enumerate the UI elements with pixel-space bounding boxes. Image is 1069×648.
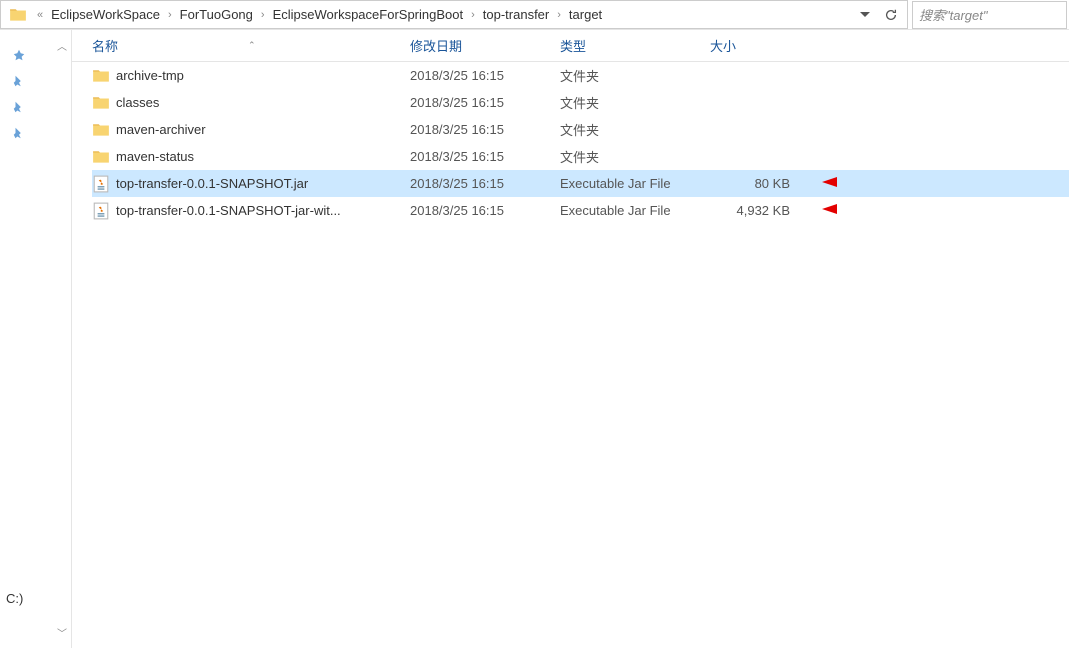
file-type: Executable Jar File bbox=[560, 176, 710, 191]
file-name: maven-archiver bbox=[116, 122, 410, 137]
folder-icon bbox=[92, 94, 110, 112]
pin-icon bbox=[12, 74, 26, 88]
search-input[interactable]: 搜索"target" bbox=[912, 1, 1067, 29]
file-type: 文件夹 bbox=[560, 66, 710, 85]
pinned-item[interactable] bbox=[8, 94, 71, 120]
chevron-icon[interactable]: › bbox=[551, 9, 567, 21]
file-size: 4,932 KB bbox=[710, 203, 790, 218]
annotation-arrow-icon bbox=[822, 176, 887, 188]
file-date: 2018/3/25 16:15 bbox=[410, 149, 560, 164]
nav-controls bbox=[849, 3, 907, 27]
breadcrumb-item[interactable]: top-transfer bbox=[481, 3, 551, 26]
pin-icon bbox=[12, 48, 26, 62]
file-date: 2018/3/25 16:15 bbox=[410, 122, 560, 137]
search-placeholder: 搜索"target" bbox=[919, 5, 987, 24]
pinned-item[interactable] bbox=[8, 68, 71, 94]
column-type[interactable]: 类型 bbox=[560, 36, 710, 55]
chevron-icon[interactable]: › bbox=[465, 9, 481, 21]
drive-label[interactable]: C:) bbox=[6, 591, 23, 606]
file-size: 80 KB bbox=[710, 176, 790, 191]
column-date[interactable]: 修改日期 bbox=[410, 36, 560, 55]
file-row[interactable]: top-transfer-0.0.1-SNAPSHOT.jar2018/3/25… bbox=[92, 170, 1069, 197]
file-name: classes bbox=[116, 95, 410, 110]
file-row[interactable]: classes2018/3/25 16:15文件夹 bbox=[92, 89, 1069, 116]
breadcrumb-item[interactable]: EclipseWorkspaceForSpringBoot bbox=[271, 3, 466, 26]
pin-icon bbox=[12, 100, 26, 114]
sort-icon: ⌃ bbox=[248, 40, 256, 51]
pinned-item[interactable] bbox=[8, 120, 71, 146]
column-name[interactable]: 名称 ⌃ bbox=[92, 36, 410, 55]
chevron-icon[interactable]: › bbox=[255, 9, 271, 21]
jar-icon bbox=[92, 175, 110, 193]
file-name: top-transfer-0.0.1-SNAPSHOT-jar-wit... bbox=[116, 203, 410, 218]
file-date: 2018/3/25 16:15 bbox=[410, 95, 560, 110]
file-date: 2018/3/25 16:15 bbox=[410, 68, 560, 83]
chevron-icon[interactable]: › bbox=[162, 9, 178, 21]
sidebar: ︿ C:) ﹀ bbox=[0, 30, 72, 648]
file-row[interactable]: maven-archiver2018/3/25 16:15文件夹 bbox=[92, 116, 1069, 143]
breadcrumb[interactable]: « EclipseWorkSpace › ForTuoGong › Eclips… bbox=[0, 0, 908, 29]
folder-icon bbox=[92, 121, 110, 139]
folder-icon bbox=[92, 67, 110, 85]
refresh-button[interactable] bbox=[879, 3, 903, 27]
pin-icon bbox=[12, 126, 26, 140]
column-size[interactable]: 大小 bbox=[710, 36, 800, 55]
annotation-arrow-icon bbox=[822, 203, 887, 215]
breadcrumb-item[interactable]: ForTuoGong bbox=[178, 3, 255, 26]
file-type: 文件夹 bbox=[560, 120, 710, 139]
file-list: archive-tmp2018/3/25 16:15文件夹classes2018… bbox=[72, 62, 1069, 648]
file-row[interactable]: maven-status2018/3/25 16:15文件夹 bbox=[92, 143, 1069, 170]
file-row[interactable]: top-transfer-0.0.1-SNAPSHOT-jar-wit...20… bbox=[92, 197, 1069, 224]
file-area: 名称 ⌃ 修改日期 类型 大小 archive-tmp2018/3/25 16:… bbox=[72, 30, 1069, 648]
file-type: 文件夹 bbox=[560, 93, 710, 112]
file-name: top-transfer-0.0.1-SNAPSHOT.jar bbox=[116, 176, 410, 191]
folder-icon bbox=[92, 148, 110, 166]
file-name: maven-status bbox=[116, 149, 410, 164]
file-type: 文件夹 bbox=[560, 147, 710, 166]
expand-icon[interactable]: ﹀ bbox=[57, 625, 67, 640]
jar-icon bbox=[92, 202, 110, 220]
folder-icon bbox=[9, 6, 27, 24]
collapse-icon[interactable]: ︿ bbox=[57, 38, 67, 53]
file-type: Executable Jar File bbox=[560, 203, 710, 218]
breadcrumb-item[interactable]: target bbox=[567, 3, 604, 26]
history-dropdown[interactable] bbox=[853, 3, 877, 27]
file-date: 2018/3/25 16:15 bbox=[410, 203, 560, 218]
breadcrumb-item[interactable]: EclipseWorkSpace bbox=[49, 3, 162, 26]
file-name: archive-tmp bbox=[116, 68, 410, 83]
file-date: 2018/3/25 16:15 bbox=[410, 176, 560, 191]
file-row[interactable]: archive-tmp2018/3/25 16:15文件夹 bbox=[92, 62, 1069, 89]
chevron-icon[interactable]: « bbox=[31, 9, 49, 21]
column-headers: 名称 ⌃ 修改日期 类型 大小 bbox=[72, 30, 1069, 62]
main-area: ︿ C:) ﹀ 名称 ⌃ 修改日期 类型 大小 bbox=[0, 30, 1069, 648]
address-bar: « EclipseWorkSpace › ForTuoGong › Eclips… bbox=[0, 0, 1069, 30]
